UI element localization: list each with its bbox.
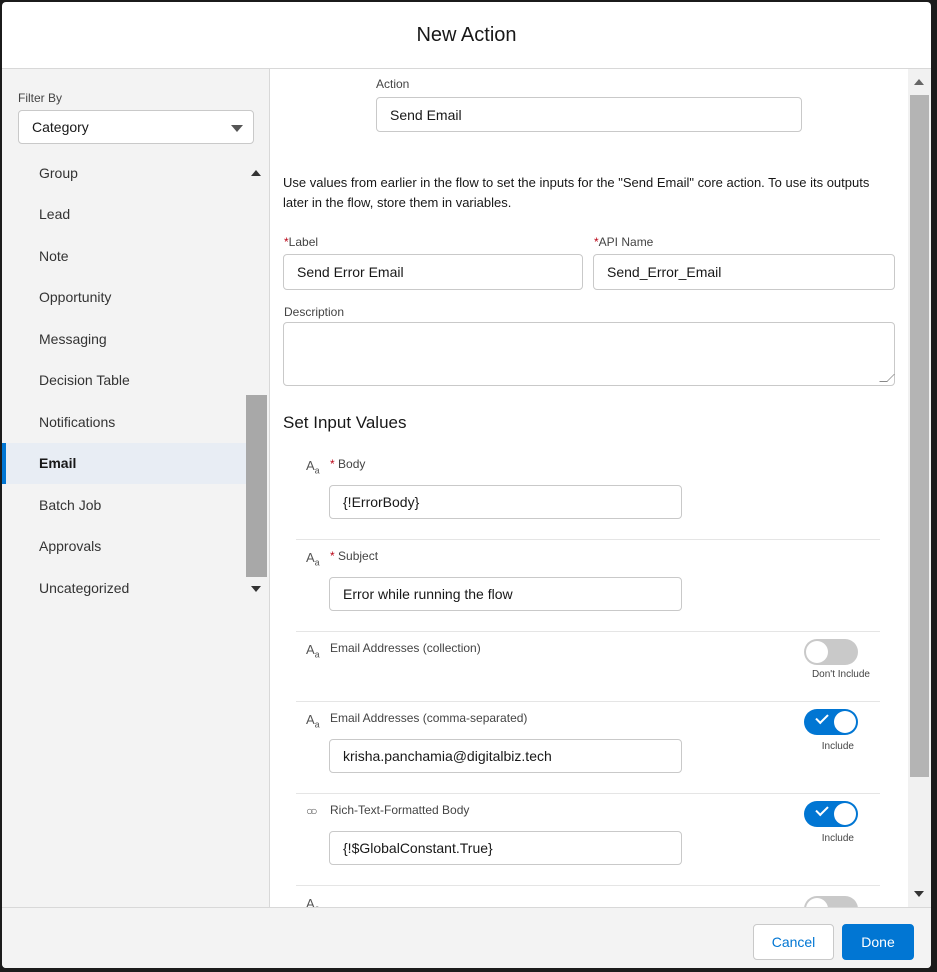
action-label: Action bbox=[376, 77, 410, 91]
scroll-thumb[interactable] bbox=[910, 95, 929, 777]
filter-by-label: Filter By bbox=[18, 91, 63, 105]
param-email-comma: Aa Email Addresses (comma-separated) kri… bbox=[296, 702, 880, 794]
done-button[interactable]: Done bbox=[842, 924, 914, 960]
category-sidebar: Filter By Category Group Lead Note Oppor… bbox=[2, 69, 270, 907]
param-body-label: * Body bbox=[330, 457, 366, 471]
text-icon: Aa bbox=[306, 896, 320, 907]
text-icon: Aa bbox=[306, 642, 320, 660]
text-icon: Aa bbox=[306, 458, 320, 476]
email-comma-toggle[interactable] bbox=[804, 709, 858, 735]
param-rich-text-label: Rich-Text-Formatted Body bbox=[330, 803, 470, 817]
category-item-opportunity[interactable]: Opportunity bbox=[2, 277, 246, 319]
category-item-notifications[interactable]: Notifications bbox=[2, 401, 246, 443]
form-scrollbar[interactable] bbox=[908, 69, 931, 907]
resize-grip-icon[interactable] bbox=[879, 374, 895, 382]
new-action-modal: New Action Filter By Category Group Lead… bbox=[2, 2, 931, 968]
category-item-batch-job[interactable]: Batch Job bbox=[2, 484, 246, 526]
email-collection-toggle[interactable] bbox=[804, 639, 858, 665]
label-field-label: *Label bbox=[284, 235, 319, 249]
body-input[interactable]: {!ErrorBody} bbox=[329, 485, 682, 519]
action-description-text: Use values from earlier in the flow to s… bbox=[283, 175, 870, 210]
param-email-collection-label: Email Addresses (collection) bbox=[330, 641, 481, 655]
category-item-decision-table[interactable]: Decision Table bbox=[2, 360, 246, 402]
category-item-email[interactable]: Email bbox=[2, 442, 246, 484]
scroll-down-icon[interactable] bbox=[251, 586, 261, 592]
check-icon bbox=[815, 802, 829, 817]
category-scrollbar[interactable] bbox=[246, 162, 268, 602]
action-form: Action Send Email Use values from earlie… bbox=[271, 69, 908, 907]
action-input[interactable]: Send Email bbox=[376, 97, 802, 132]
email-comma-toggle-text: Include bbox=[821, 741, 854, 752]
filter-by-value: Category bbox=[32, 119, 89, 135]
label-input[interactable]: Send Error Email bbox=[283, 254, 583, 290]
rich-text-input[interactable]: {!$GlobalConstant.True} bbox=[329, 831, 682, 865]
rich-text-toggle[interactable] bbox=[804, 801, 858, 827]
scroll-up-icon[interactable] bbox=[251, 170, 261, 176]
category-list: Group Lead Note Opportunity Messaging De… bbox=[2, 152, 246, 596]
param-subject: Aa * Subject Error while running the flo… bbox=[296, 540, 880, 632]
partial-toggle[interactable] bbox=[804, 896, 858, 907]
filter-by-select[interactable]: Category bbox=[18, 110, 254, 144]
param-rich-text-body: ○○ Rich-Text-Formatted Body {!$GlobalCon… bbox=[296, 794, 880, 886]
subject-input[interactable]: Error while running the flow bbox=[329, 577, 682, 611]
description-textarea[interactable] bbox=[283, 322, 895, 386]
param-body: Aa * Body {!ErrorBody} bbox=[296, 448, 880, 540]
category-item-group[interactable]: Group bbox=[2, 152, 246, 194]
text-icon: Aa bbox=[306, 550, 320, 568]
modal-footer: Cancel Done bbox=[2, 907, 931, 968]
text-icon: Aa bbox=[306, 712, 320, 730]
api-name-field-label: *API Name bbox=[594, 235, 654, 249]
category-item-uncategorized[interactable]: Uncategorized bbox=[2, 567, 246, 609]
email-comma-input[interactable]: krisha.panchamia@digitalbiz.tech bbox=[329, 739, 682, 773]
cancel-button[interactable]: Cancel bbox=[753, 924, 834, 960]
param-email-comma-label: Email Addresses (comma-separated) bbox=[330, 711, 528, 725]
description-field-label: Description bbox=[284, 305, 345, 319]
scroll-up-icon[interactable] bbox=[914, 79, 924, 85]
param-email-collection: Aa Email Addresses (collection) Don't In… bbox=[296, 632, 880, 702]
boolean-icon: ○○ bbox=[306, 804, 317, 818]
category-item-approvals[interactable]: Approvals bbox=[2, 526, 246, 568]
caret-down-icon bbox=[231, 125, 243, 132]
set-input-values-heading: Set Input Values bbox=[283, 413, 407, 432]
param-subject-label: * Subject bbox=[330, 549, 379, 563]
modal-header: New Action bbox=[2, 2, 931, 69]
rich-text-toggle-text: Include bbox=[821, 833, 854, 844]
email-collection-toggle-text: Don't Include bbox=[811, 669, 870, 680]
modal-title: New Action bbox=[416, 23, 517, 46]
category-item-messaging[interactable]: Messaging bbox=[2, 318, 246, 360]
category-item-lead[interactable]: Lead bbox=[2, 194, 246, 236]
scroll-down-icon[interactable] bbox=[914, 891, 924, 897]
param-partial: Aa bbox=[296, 886, 880, 907]
api-name-input[interactable]: Send_Error_Email bbox=[593, 254, 895, 290]
scroll-thumb[interactable] bbox=[246, 395, 267, 577]
category-item-note[interactable]: Note bbox=[2, 235, 246, 277]
check-icon bbox=[815, 710, 829, 725]
